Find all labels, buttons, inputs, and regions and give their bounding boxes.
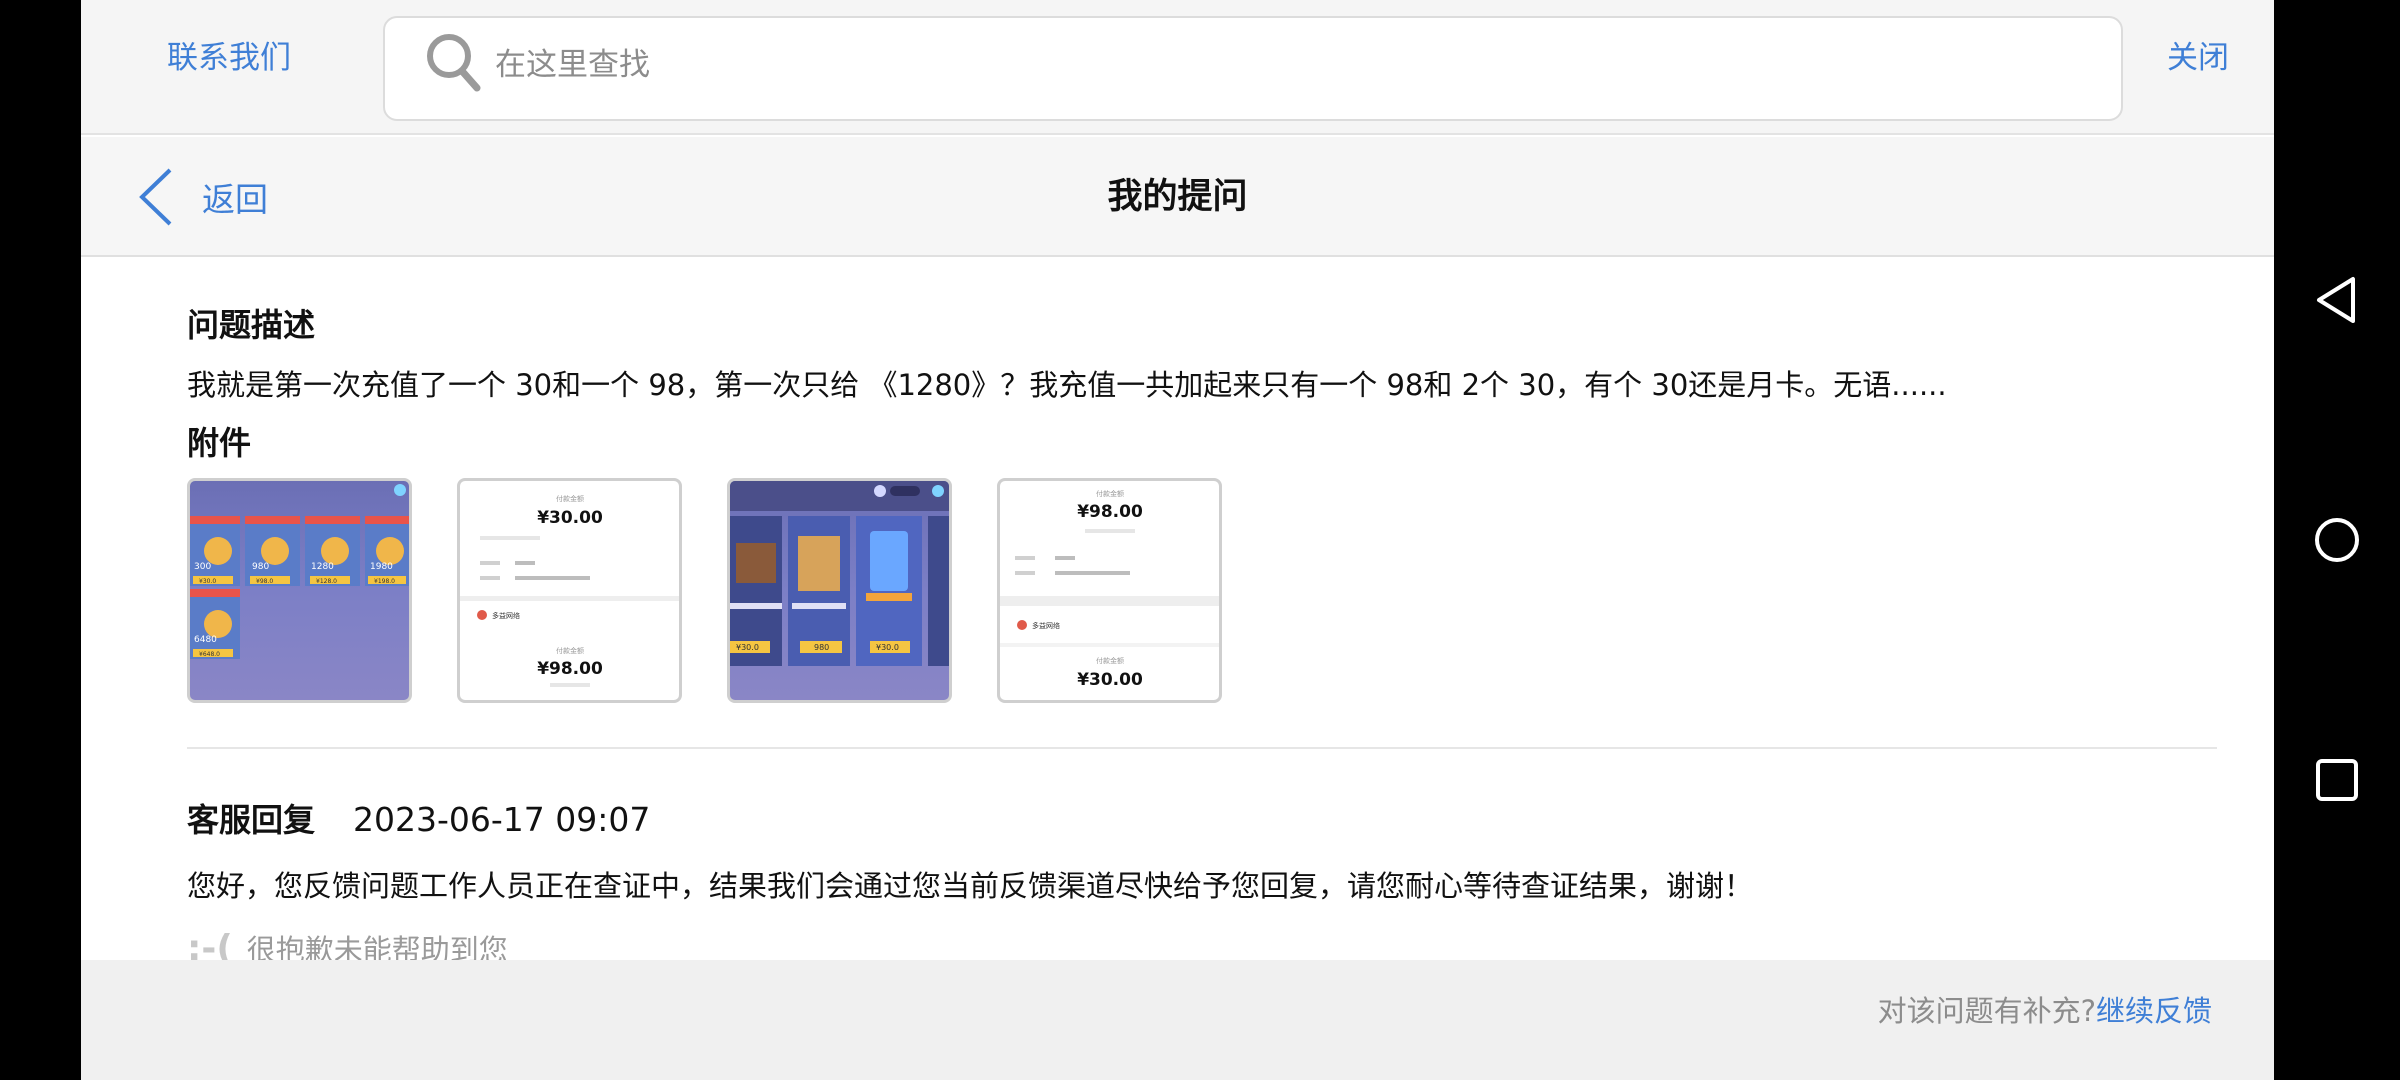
system-navigation-bar	[2274, 0, 2400, 1080]
receipt-amount-label-2: 付款金额	[556, 646, 584, 655]
search-box[interactable]	[383, 16, 2123, 121]
back-label: 返回	[202, 180, 268, 219]
attachment-thumbnail-1[interactable]: 300 980 1280 1980 6480 ¥30.0 ¥98.0 ¥128.…	[187, 478, 412, 703]
badge-980: 980	[252, 562, 269, 572]
receipt-image: 付款金额 ¥30.00 多益网络 付款金额 ¥98.00	[460, 494, 679, 687]
search-icon	[423, 28, 483, 98]
receipt-amount-label: 付款金额	[556, 494, 584, 503]
reply-heading: 客服回复	[187, 801, 316, 839]
attachments-list: 300 980 1280 1980 6480 ¥30.0 ¥98.0 ¥128.…	[187, 478, 2217, 703]
back-button[interactable]: 返回	[136, 157, 316, 237]
reply-section: 客服回复 2023-06-17 09:07 您好，您反馈问题工作人员正在查证中，…	[187, 795, 2217, 969]
close-button[interactable]: 关闭	[2167, 32, 2229, 77]
attachment-thumbnail-3[interactable]: ¥30.0 980 ¥30.0	[727, 478, 952, 703]
badge-300: 300	[194, 562, 211, 572]
attachment-thumbnail-2[interactable]: 付款金额 ¥30.00 多益网络 付款金额 ¥98.00	[457, 478, 682, 703]
question-text: 我就是第一次充值了一个 30和一个 98，第一次只给 《1280》？我充值一共加…	[187, 368, 1947, 402]
reply-timestamp: 2023-06-17 09:07	[353, 800, 651, 839]
price-label-1: ¥30.0	[199, 578, 216, 585]
receipt-amount-2: ¥98.00	[537, 659, 603, 679]
receipt-merchant: 多益网络	[492, 611, 520, 620]
price-label-3: ¥128.0	[316, 578, 337, 585]
reply-text: 您好，您反馈问题工作人员正在查证中，结果我们会通过您当前反馈渠道尽快给予您回复，…	[187, 869, 1754, 903]
receipt-amount-2: ¥30.00	[1077, 670, 1143, 690]
receipt-amount-label-2: 付款金额	[1096, 656, 1124, 665]
contact-us-link[interactable]: 联系我们	[167, 32, 291, 77]
search-bar: 联系我们 关闭	[81, 0, 2274, 135]
receipt-amount: ¥98.00	[1077, 502, 1143, 522]
pass-screenshot-image: ¥30.0 980 ¥30.0	[730, 481, 949, 666]
supplement-prompt: 对该问题有补充?	[1877, 994, 2096, 1028]
badge-6480: 6480	[194, 635, 217, 645]
continue-feedback-link[interactable]: 继续反馈	[2096, 994, 2212, 1028]
badge-1980: 1980	[370, 562, 393, 572]
feedback-screen: 联系我们 关闭 我的提问 返回 问题描述 我就是第一次充值了一个 30和一个 9…	[81, 0, 2274, 1080]
price-label-2: ¥98.0	[256, 578, 273, 585]
home-circle-icon[interactable]	[2311, 514, 2363, 566]
page-title: 我的提问	[1107, 177, 1248, 217]
back-triangle-icon[interactable]	[2311, 274, 2363, 326]
receipt-amount: ¥30.00	[537, 508, 603, 528]
pass-price-2: ¥30.0	[876, 643, 899, 652]
attachment-thumbnail-4[interactable]: 付款金额 ¥98.00 多益网络 付款金额 ¥30.00	[997, 478, 1222, 703]
price-label-4: ¥198.0	[374, 578, 395, 585]
receipt-image: 付款金额 ¥98.00 多益网络 付款金额 ¥30.00	[1000, 489, 1219, 690]
receipt-merchant: 多益网络	[1032, 621, 1060, 630]
pass-price-1: ¥30.0	[736, 643, 759, 652]
question-section: 问题描述 我就是第一次充值了一个 30和一个 98，第一次只给 《1280》？我…	[187, 300, 2217, 703]
question-heading: 问题描述	[187, 306, 316, 344]
pass-badge-980: 980	[814, 643, 829, 652]
navigation-bar: 我的提问 返回	[81, 137, 2274, 257]
chevron-left-icon	[139, 168, 172, 226]
shop-screenshot-image: 300 980 1280 1980 6480 ¥30.0 ¥98.0 ¥128.…	[190, 484, 409, 659]
recents-square-icon[interactable]	[2311, 754, 2363, 806]
attachments-heading: 附件	[187, 424, 252, 462]
price-label-5: ¥648.0	[199, 651, 220, 658]
bottom-bar: 对该问题有补充?继续反馈	[81, 960, 2274, 1080]
search-input[interactable]	[495, 40, 2095, 90]
section-divider	[187, 747, 2217, 749]
badge-1280: 1280	[311, 562, 334, 572]
receipt-amount-label: 付款金额	[1096, 489, 1124, 498]
